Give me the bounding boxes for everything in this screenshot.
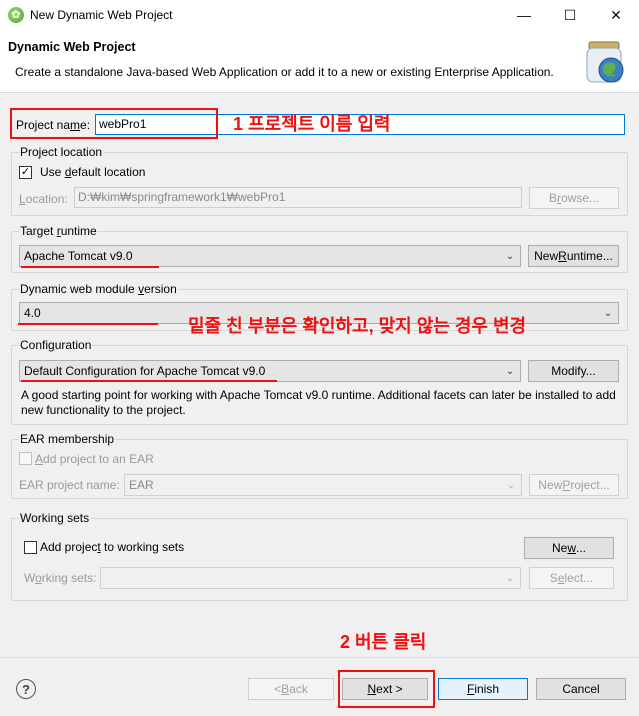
use-default-location-label: Use default location [40, 165, 146, 179]
add-to-working-sets-checkbox[interactable] [24, 541, 37, 554]
cancel-button[interactable]: Cancel [536, 678, 626, 700]
ear-project-name-label: EAR project name: [19, 478, 120, 492]
configuration-value: Default Configuration for Apache Tomcat … [24, 364, 266, 378]
chevron-down-icon: ⌄ [603, 307, 613, 319]
window-title: New Dynamic Web Project [30, 8, 173, 22]
annotation-step2: 2 버튼 클릭 [340, 632, 427, 652]
ear-membership-group-label: EAR membership [19, 432, 116, 446]
module-version-group-label: Dynamic web module version [19, 282, 178, 296]
finish-button[interactable]: Finish [438, 678, 528, 700]
project-location-group-label: Project location [19, 145, 104, 159]
annotation-underline-configuration [21, 380, 277, 382]
ear-project-name-value: EAR [129, 478, 154, 492]
footer-separator [0, 657, 639, 658]
maximize-icon[interactable]: ☐ [547, 0, 593, 30]
chevron-down-icon: ⌄ [505, 250, 515, 262]
chevron-down-icon: ⌄ [506, 479, 516, 491]
location-input[interactable]: D:₩kim₩springframework1₩webPro1 [74, 187, 522, 208]
wizard-banner: Dynamic Web Project Create a standalone … [0, 30, 639, 93]
use-default-location-checkbox[interactable]: ✓ [19, 166, 32, 179]
annotation-highlight-next [338, 670, 435, 708]
target-runtime-value: Apache Tomcat v9.0 [24, 249, 133, 263]
window-titlebar: ✿ New Dynamic Web Project — ☐ ✕ [0, 0, 639, 30]
add-to-working-sets-label: Add project to working sets [40, 540, 185, 554]
annotation-underline-runtime [21, 266, 159, 268]
back-button[interactable]: < Back [248, 678, 334, 700]
working-sets-label: Working sets: [24, 571, 97, 585]
web-project-jar-icon [586, 41, 624, 83]
chevron-down-icon: ⌄ [505, 572, 515, 584]
new-ear-project-button[interactable]: New Project... [529, 474, 619, 496]
working-sets-group-label: Working sets [19, 511, 91, 525]
configuration-group-label: Configuration [19, 338, 93, 352]
page-description: Create a standalone Java-based Web Appli… [15, 65, 554, 79]
new-runtime-button[interactable]: New Runtime... [528, 245, 619, 267]
annotation-underline-note: 밑줄 친 부분은 확인하고, 맞지 않는 경우 변경 [188, 316, 527, 336]
location-label: Location: [19, 192, 68, 206]
add-to-ear-checkbox[interactable] [19, 452, 32, 465]
add-to-ear-label: Add project to an EAR [35, 452, 154, 466]
help-icon[interactable]: ? [16, 679, 36, 699]
configuration-description: A good starting point for working with A… [21, 388, 616, 417]
ear-project-name-select[interactable]: EAR ⌄ [124, 474, 522, 496]
module-version-value: 4.0 [24, 306, 41, 320]
new-working-set-button[interactable]: Ne w... [524, 537, 614, 559]
configuration-select[interactable]: Default Configuration for Apache Tomcat … [19, 360, 521, 382]
target-runtime-group-label: Target runtime [19, 224, 98, 238]
target-runtime-select[interactable]: Apache Tomcat v9.0 ⌄ [19, 245, 521, 267]
annotation-highlight-project-name [10, 108, 218, 139]
modify-button[interactable]: Modify... [528, 360, 619, 382]
eclipse-spring-icon: ✿ [8, 7, 24, 23]
working-sets-select[interactable]: ⌄ [100, 567, 521, 589]
annotation-step1: 1 프로젝트 이름 입력 [233, 114, 391, 134]
browse-button[interactable]: Br owse... [529, 187, 619, 209]
chevron-down-icon: ⌄ [505, 365, 515, 377]
select-working-sets-button[interactable]: Se lect... [529, 567, 614, 589]
annotation-underline-version [18, 323, 158, 325]
minimize-icon[interactable]: — [501, 0, 547, 30]
close-icon[interactable]: ✕ [593, 0, 639, 30]
page-title: Dynamic Web Project [8, 40, 136, 54]
